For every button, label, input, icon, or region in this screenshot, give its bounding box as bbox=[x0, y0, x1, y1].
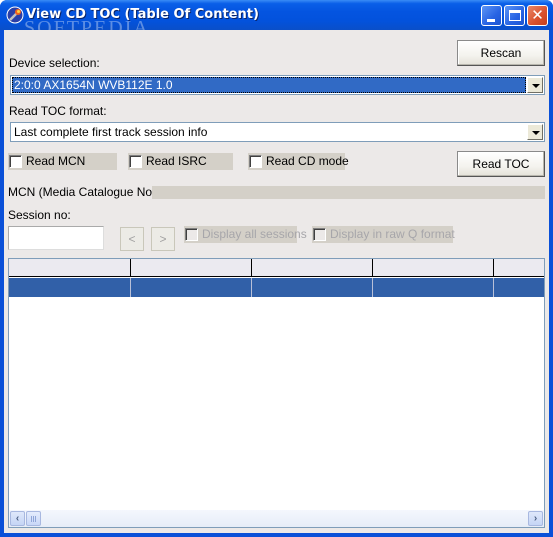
display-all-sessions-label: Display all sessions bbox=[202, 227, 307, 241]
toc-format-select-value: Last complete first track session info bbox=[14, 125, 208, 139]
column-header[interactable] bbox=[494, 259, 544, 277]
checkbox-box[interactable] bbox=[129, 155, 142, 168]
read-toc-format-label: Read TOC format: bbox=[9, 104, 107, 118]
mcn-label: MCN (Media Catalogue No.) : bbox=[8, 185, 167, 199]
previous-session-button[interactable]: < bbox=[120, 227, 144, 251]
chevron-down-icon[interactable] bbox=[527, 77, 543, 93]
maximize-icon bbox=[509, 10, 521, 21]
close-icon: ✕ bbox=[531, 6, 544, 24]
rescan-button[interactable]: Rescan bbox=[457, 40, 545, 66]
device-select-value: 2:0:0 AX1654N WVB112E 1.0 bbox=[12, 77, 526, 93]
table-cell bbox=[252, 278, 373, 297]
checkbox-box[interactable] bbox=[185, 228, 198, 241]
scroll-right-icon[interactable]: › bbox=[528, 511, 543, 526]
table-header bbox=[9, 259, 544, 277]
read-isrc-label: Read ISRC bbox=[146, 154, 207, 168]
chevron-down-icon[interactable] bbox=[527, 124, 543, 140]
table-cell bbox=[131, 278, 252, 297]
display-raw-q-label: Display in raw Q format bbox=[330, 227, 455, 241]
app-window: View CD TOC (Table Of Content) SOFTPEDIA… bbox=[0, 0, 553, 537]
device-selection-label: Device selection: bbox=[9, 56, 100, 70]
table-cell bbox=[9, 278, 131, 297]
column-header[interactable] bbox=[131, 259, 252, 277]
close-button[interactable]: ✕ bbox=[527, 5, 548, 26]
read-mcn-label: Read MCN bbox=[26, 154, 86, 168]
mcn-value-field bbox=[152, 186, 545, 199]
checkbox-box[interactable] bbox=[313, 228, 326, 241]
session-no-input[interactable] bbox=[8, 226, 104, 250]
table-cell bbox=[494, 278, 544, 297]
toc-format-select[interactable]: Last complete first track session info bbox=[10, 122, 545, 142]
device-select[interactable]: 2:0:0 AX1654N WVB112E 1.0 bbox=[10, 75, 545, 95]
checkbox-box[interactable] bbox=[249, 155, 262, 168]
client-area: www.softpedia.com Rescan Device selectio… bbox=[4, 30, 549, 533]
horizontal-scrollbar[interactable]: ‹ › bbox=[9, 510, 544, 527]
table-cell bbox=[373, 278, 494, 297]
read-cd-mode-checkbox[interactable]: Read CD mode bbox=[248, 153, 349, 170]
maximize-button[interactable] bbox=[504, 5, 525, 26]
display-raw-q-checkbox[interactable]: Display in raw Q format bbox=[312, 226, 455, 243]
display-raw-q-text: Display in raw Q format bbox=[330, 227, 455, 241]
read-isrc-checkbox[interactable]: Read ISRC bbox=[128, 153, 233, 170]
title-bar[interactable]: View CD TOC (Table Of Content) SOFTPEDIA… bbox=[0, 0, 553, 39]
table-row[interactable] bbox=[9, 278, 544, 297]
toc-table[interactable]: ‹ › bbox=[8, 258, 545, 528]
display-all-sessions-text: Display all sessions bbox=[202, 227, 307, 241]
torch-icon bbox=[6, 6, 24, 24]
scroll-left-icon[interactable]: ‹ bbox=[10, 511, 25, 526]
minimize-button[interactable] bbox=[481, 5, 502, 26]
session-no-label: Session no: bbox=[8, 208, 71, 222]
scroll-thumb[interactable] bbox=[26, 511, 41, 526]
read-cd-mode-label: Read CD mode bbox=[266, 154, 349, 168]
read-mcn-checkbox[interactable]: Read MCN bbox=[8, 153, 117, 170]
next-session-button[interactable]: > bbox=[151, 227, 175, 251]
read-toc-button[interactable]: Read TOC bbox=[457, 151, 545, 177]
column-header[interactable] bbox=[9, 259, 131, 277]
minimize-icon bbox=[487, 19, 495, 22]
column-header[interactable] bbox=[252, 259, 373, 277]
column-header[interactable] bbox=[373, 259, 494, 277]
display-all-sessions-checkbox[interactable]: Display all sessions bbox=[184, 226, 307, 243]
checkbox-box[interactable] bbox=[9, 155, 22, 168]
